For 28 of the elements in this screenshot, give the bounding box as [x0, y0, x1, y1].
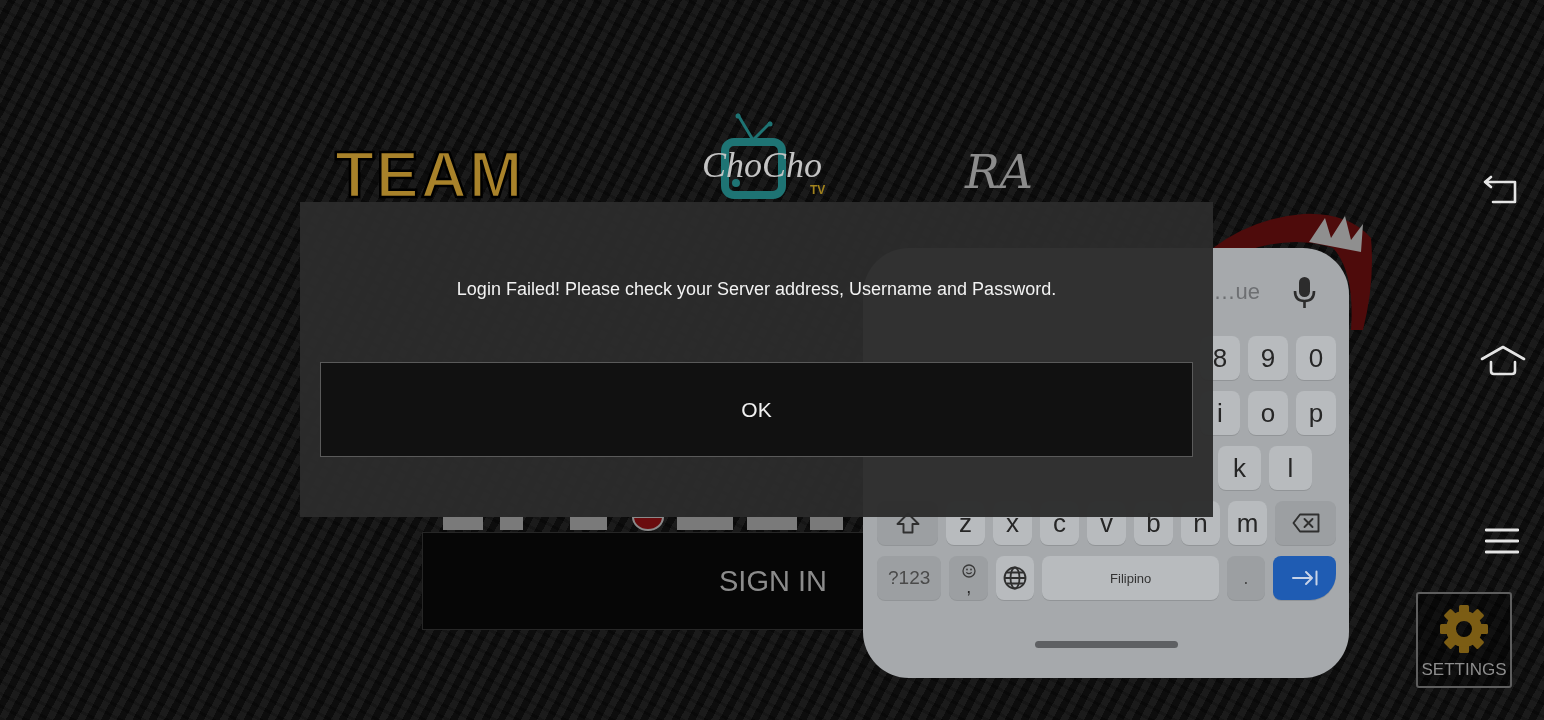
logo-text: RA — [965, 145, 1033, 199]
gear-icon — [1439, 604, 1489, 654]
logo-text: ChoCho — [702, 145, 823, 185]
space-key[interactable]: Filipino — [1042, 556, 1219, 600]
backspace-icon — [1291, 513, 1320, 533]
dialog-message: Login Failed! Please check your Server address, Username and Password. — [456, 278, 1057, 301]
backspace-key[interactable] — [1275, 501, 1336, 545]
settings-button[interactable]: SETTINGS — [1416, 592, 1512, 688]
enter-key[interactable] — [1273, 556, 1336, 600]
keyboard-key[interactable]: 0 — [1296, 336, 1336, 380]
logo-tag: TV — [810, 183, 826, 197]
language-key[interactable] — [996, 556, 1035, 600]
keyboard-key[interactable]: p — [1296, 391, 1336, 435]
microphone-icon[interactable] — [1293, 276, 1316, 308]
keyboard-key[interactable]: l — [1269, 446, 1312, 490]
menu-icon[interactable] — [1485, 528, 1519, 554]
logo-text: TEAM — [335, 149, 526, 201]
keyboard-key[interactable]: k — [1218, 446, 1261, 490]
arrow-to-bar-icon — [1291, 570, 1318, 586]
keyboard-key[interactable]: 9 — [1248, 336, 1288, 380]
ok-button[interactable]: OK — [320, 362, 1193, 457]
back-icon[interactable] — [1482, 175, 1518, 205]
emoji-key[interactable]: , — [949, 556, 989, 600]
smiley-icon — [961, 563, 976, 578]
home-icon[interactable] — [1480, 345, 1526, 376]
keyboard-key[interactable]: m — [1228, 501, 1267, 545]
keyboard-key[interactable]: o — [1248, 391, 1288, 435]
globe-icon — [1003, 566, 1028, 590]
